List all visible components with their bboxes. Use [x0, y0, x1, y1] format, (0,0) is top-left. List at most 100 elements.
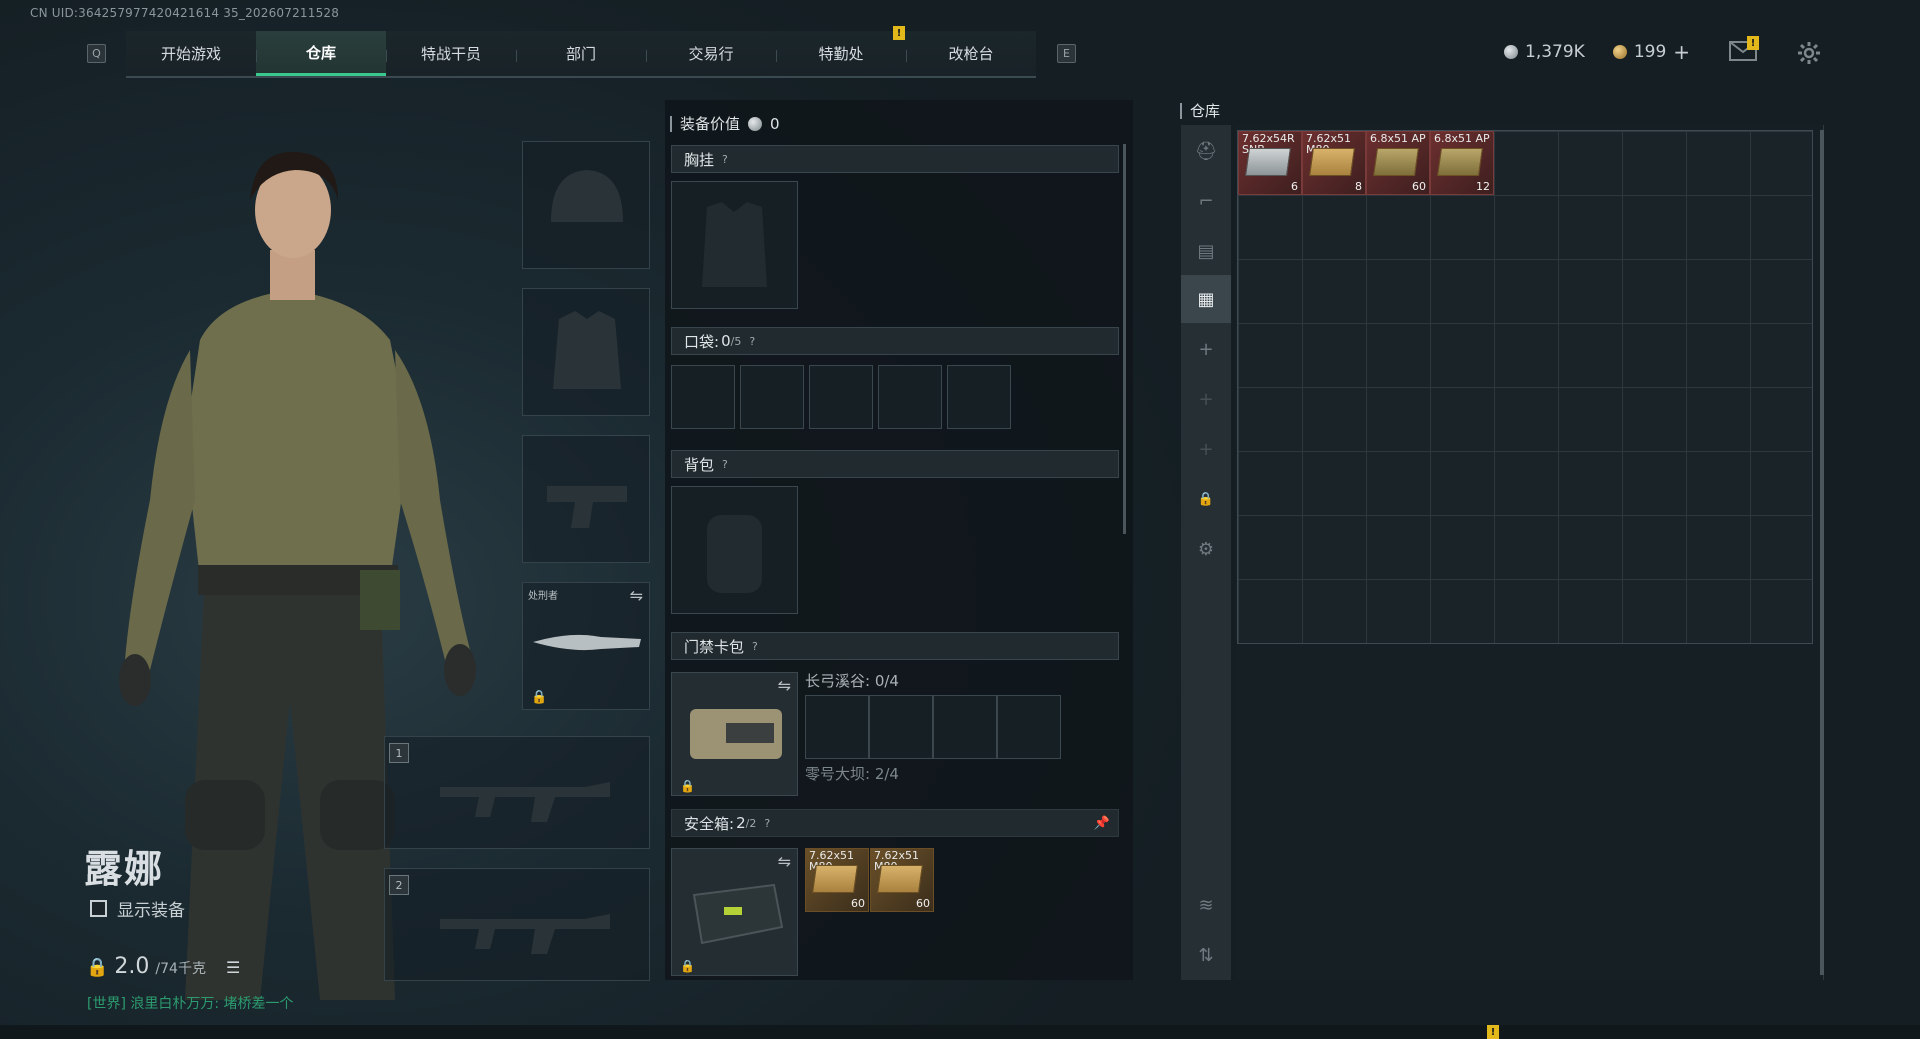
ammo-box-icon	[1373, 148, 1419, 176]
helmet-slot[interactable]	[522, 141, 650, 269]
weapon-filter-icon[interactable]: ⌐	[1181, 177, 1231, 225]
safe-max: /2	[745, 816, 757, 830]
help-icon[interactable]: ?	[749, 335, 755, 348]
equip-value: 0	[770, 114, 780, 133]
safe-item-ammo-2[interactable]: 7.62x51 M80 60	[870, 848, 934, 912]
warehouse-item-ammo-3[interactable]: 6.8x51 AP 60	[1366, 131, 1430, 195]
layers-icon[interactable]: ≋	[1181, 881, 1231, 929]
warehouse-item-ammo-2[interactable]: 7.62x51 M80 8	[1302, 131, 1366, 195]
tab-department[interactable]: 部门	[516, 31, 646, 76]
warehouse-grid[interactable]: 7.62x54R SNB 6 7.62x51 M80 8 6.8x51 AP 6…	[1237, 130, 1813, 644]
weight-value: 2.0	[114, 954, 150, 979]
chest-rig-slot[interactable]	[671, 181, 798, 309]
uid-text: CN UID:364257977420421614 35_20260721152…	[30, 6, 340, 20]
primary-weapon-slot-1[interactable]: 1	[384, 736, 650, 849]
safe-box-header: 安全箱: 2 /2 ? 📌	[671, 809, 1119, 837]
pocket-max: /5	[730, 334, 742, 348]
safe-box-slot[interactable]: ⇋ 🔒	[671, 848, 798, 976]
ammo-count: 60	[851, 897, 865, 910]
pocket-cell-5[interactable]	[947, 365, 1011, 429]
ammo-count: 60	[916, 897, 930, 910]
tab-start-game[interactable]: 开始游戏	[126, 31, 256, 76]
tab-operators[interactable]: 特战干员	[386, 31, 516, 76]
pocket-cell-3[interactable]	[809, 365, 873, 429]
silver-coin-icon	[748, 116, 763, 131]
tab-gunsmith[interactable]: 改枪台	[906, 31, 1036, 76]
warehouse-scrollbar[interactable]	[1820, 130, 1824, 975]
tab-warehouse[interactable]: 仓库	[256, 31, 386, 76]
operator-name: 露娜	[84, 847, 165, 891]
keycard-cell[interactable]	[869, 695, 933, 759]
settings-gear-icon[interactable]	[1796, 40, 1822, 66]
pin-icon[interactable]: 📌	[1094, 816, 1110, 831]
add-tab-icon[interactable]: +	[1181, 375, 1231, 423]
nav-right-key[interactable]: E	[1057, 44, 1076, 63]
swap-icon[interactable]: ⇋	[778, 852, 791, 871]
ammo-box-icon	[812, 865, 858, 893]
help-icon[interactable]: ?	[722, 153, 728, 166]
warehouse-item-ammo-4[interactable]: 6.8x51 AP 12	[1430, 131, 1494, 195]
rifle-icon	[440, 914, 610, 954]
ammo-box-icon	[1245, 148, 1291, 176]
help-icon[interactable]: ?	[722, 458, 728, 471]
warehouse-title: 仓库	[1190, 102, 1221, 120]
backpack-icon	[707, 515, 762, 593]
add-tab-icon[interactable]: +	[1181, 425, 1231, 473]
backpack-slot[interactable]	[671, 486, 798, 614]
gear-filter-icon[interactable]: ▤	[1181, 227, 1231, 275]
lock-icon: 🔒	[680, 959, 695, 973]
melee-slot[interactable]: 处刑者 ⇋ 🔒	[522, 582, 650, 710]
currency-bar: 1,379K 199 +	[1504, 40, 1690, 64]
primary-weapon-slot-2[interactable]: 2	[384, 868, 650, 981]
warehouse-tab-icon[interactable]: ▦	[1181, 275, 1231, 323]
swap-icon[interactable]: ⇋	[630, 586, 643, 605]
armor-slot[interactable]	[522, 288, 650, 416]
armor-icon	[553, 311, 621, 389]
ammo-count: 60	[1412, 180, 1426, 193]
sort-icon[interactable]: ⇅	[1181, 931, 1231, 979]
keycard-case-slot[interactable]: ⇋ 🔒	[671, 672, 798, 796]
slot-number-2: 2	[389, 875, 409, 895]
pocket-count: 0	[721, 332, 731, 350]
sidearm-slot[interactable]	[522, 435, 650, 563]
swap-icon[interactable]: ⇋	[778, 676, 791, 695]
pocket-label: 口袋:	[684, 332, 720, 351]
show-equipment-toggle[interactable]: 显示装备	[90, 896, 185, 921]
equip-value-label: 装备价值	[680, 115, 741, 133]
backpack-label: 背包	[684, 455, 715, 474]
melee-label: 处刑者	[528, 591, 558, 602]
tab-special-ops[interactable]: 特勤处	[776, 31, 906, 76]
warehouse-item-ammo-1[interactable]: 7.62x54R SNB 6	[1238, 131, 1302, 195]
lock-icon[interactable]: 🔒	[1181, 475, 1231, 523]
pocket-cell-4[interactable]	[878, 365, 942, 429]
pocket-cell-2[interactable]	[740, 365, 804, 429]
keycard-cell[interactable]	[805, 695, 869, 759]
settings-gear-icon[interactable]: ⚙	[1181, 525, 1231, 573]
ammo-name: 6.8x51 AP	[1370, 132, 1426, 145]
silver-amount: 1,379K	[1525, 42, 1585, 62]
backpack-header: 背包 ?	[671, 450, 1119, 478]
safe-count: 2	[736, 814, 746, 832]
ammo-box-icon	[877, 865, 923, 893]
add-tab-icon[interactable]: +	[1181, 325, 1231, 373]
weight-list-icon[interactable]: ☰	[226, 958, 240, 977]
helmet-icon	[551, 170, 623, 222]
helmet-filter-icon[interactable]: ⛑	[1181, 127, 1231, 175]
mail-alert-icon: !	[1747, 36, 1759, 50]
show-equipment-checkbox[interactable]	[90, 900, 107, 917]
pocket-cell-1[interactable]	[671, 365, 735, 429]
world-chat[interactable]: [世界] 浪里白朴万万: 堵桥差一个	[87, 993, 294, 1013]
keycard-cell[interactable]	[997, 695, 1061, 759]
tab-market[interactable]: 交易行	[646, 31, 776, 76]
keycard-cell[interactable]	[933, 695, 997, 759]
chest-rig-icon	[702, 202, 767, 287]
warehouse-sidebar: ⛑ ⌐ ▤ ▦ + + + 🔒 ⚙ ≋ ⇅	[1181, 125, 1231, 980]
bottom-bar	[0, 1025, 1920, 1039]
help-icon[interactable]: ?	[752, 640, 758, 653]
chat-message: 浪里白朴万万: 堵桥差一个	[130, 996, 294, 1012]
help-icon[interactable]: ?	[764, 817, 770, 830]
safe-item-ammo-1[interactable]: 7.62x51 M80 60	[805, 848, 869, 912]
loadout-scrollbar[interactable]	[1123, 144, 1126, 534]
nav-left-key[interactable]: Q	[87, 44, 106, 63]
add-currency-button[interactable]: +	[1673, 40, 1690, 64]
